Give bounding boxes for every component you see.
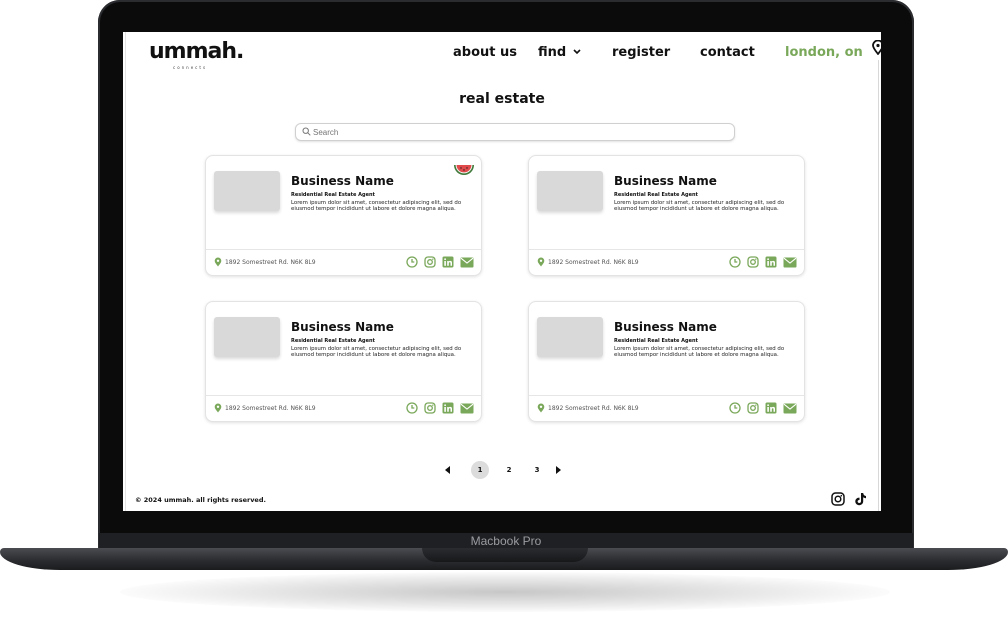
instagram-icon[interactable] xyxy=(831,492,845,506)
nav-find-label: find xyxy=(538,45,567,60)
linkedin-icon[interactable] xyxy=(442,402,454,414)
footer-copyright: © 2024 ummah. all rights reserved. xyxy=(135,496,266,504)
business-thumbnail xyxy=(214,317,280,357)
business-description: Lorem ipsum dolor sit amet, consectetur … xyxy=(291,346,462,359)
business-role: Residential Real Estate Agent xyxy=(614,192,698,198)
business-thumbnail xyxy=(537,317,603,357)
page-title: real estate xyxy=(459,91,545,107)
page-3-button[interactable]: 3 xyxy=(528,461,546,479)
page-2-button[interactable]: 2 xyxy=(500,461,518,479)
card-divider xyxy=(529,249,804,250)
device-label: Macbook Pro xyxy=(470,534,542,548)
linkedin-icon[interactable] xyxy=(765,256,777,268)
prev-page-arrow-icon[interactable] xyxy=(445,466,451,474)
business-description: Lorem ipsum dolor sit amet, consectetur … xyxy=(614,200,785,213)
business-address: 1892 Somestreet Rd. N6K 8L9 xyxy=(225,259,316,266)
clock-icon[interactable] xyxy=(729,256,741,268)
business-thumbnail xyxy=(214,171,280,211)
mail-icon[interactable] xyxy=(460,403,474,414)
business-name[interactable]: Business Name xyxy=(291,174,394,188)
mail-icon[interactable] xyxy=(460,257,474,268)
business-address: 1892 Somestreet Rd. N6K 8L9 xyxy=(225,405,316,412)
instagram-icon[interactable] xyxy=(424,256,436,268)
nav-find[interactable]: find xyxy=(538,45,581,60)
business-name[interactable]: Business Name xyxy=(614,174,717,188)
business-name[interactable]: Business Name xyxy=(614,320,717,334)
business-description: Lorem ipsum dolor sit amet, consectetur … xyxy=(614,346,785,359)
business-description: Lorem ipsum dolor sit amet, consectetur … xyxy=(291,200,462,213)
instagram-icon[interactable] xyxy=(424,402,436,414)
instagram-icon[interactable] xyxy=(747,256,759,268)
business-address: 1892 Somestreet Rd. N6K 8L9 xyxy=(548,259,639,266)
browser-screen: ummah. connects about us find register c… xyxy=(123,32,881,511)
search-input[interactable] xyxy=(313,124,713,140)
instagram-icon[interactable] xyxy=(747,402,759,414)
linkedin-icon[interactable] xyxy=(765,402,777,414)
clock-icon[interactable] xyxy=(406,256,418,268)
card-divider xyxy=(529,395,804,396)
business-thumbnail xyxy=(537,171,603,211)
next-page-arrow-icon[interactable] xyxy=(555,466,561,474)
card-actions xyxy=(729,402,797,414)
brand-logo[interactable]: ummah. connects xyxy=(149,39,244,71)
location-pin-icon xyxy=(214,257,222,267)
nav-about[interactable]: about us xyxy=(453,45,517,60)
pagination: 1 2 3 xyxy=(123,461,881,481)
card-divider xyxy=(206,249,481,250)
logo-tagline: connects xyxy=(173,65,208,70)
nav-location[interactable]: london, on xyxy=(785,45,863,60)
laptop-notch xyxy=(422,548,588,562)
watermelon-icon[interactable] xyxy=(453,163,475,179)
clock-icon[interactable] xyxy=(729,402,741,414)
search-icon xyxy=(302,127,311,136)
clock-icon[interactable] xyxy=(406,402,418,414)
mail-icon[interactable] xyxy=(783,257,797,268)
search-bar[interactable] xyxy=(295,123,735,141)
location-pin-icon xyxy=(537,403,545,413)
business-address: 1892 Somestreet Rd. N6K 8L9 xyxy=(548,405,639,412)
chevron-down-icon xyxy=(573,49,581,55)
business-card[interactable]: Business Name Residential Real Estate Ag… xyxy=(528,301,805,422)
business-name[interactable]: Business Name xyxy=(291,320,394,334)
location-pin-icon xyxy=(214,403,222,413)
page-border-right xyxy=(878,60,879,511)
linkedin-icon[interactable] xyxy=(442,256,454,268)
laptop-shadow xyxy=(120,572,890,612)
card-divider xyxy=(206,395,481,396)
business-card[interactable]: Business Name Residential Real Estate Ag… xyxy=(205,155,482,276)
business-role: Residential Real Estate Agent xyxy=(291,192,375,198)
card-actions xyxy=(406,402,474,414)
tiktok-icon[interactable] xyxy=(854,492,867,506)
page-1-button[interactable]: 1 xyxy=(471,461,489,479)
mail-icon[interactable] xyxy=(783,403,797,414)
business-role: Residential Real Estate Agent xyxy=(291,338,375,344)
location-pin-icon[interactable] xyxy=(872,40,881,55)
nav-contact[interactable]: contact xyxy=(700,45,755,60)
nav-register[interactable]: register xyxy=(612,45,670,60)
location-pin-icon xyxy=(537,257,545,267)
card-actions xyxy=(406,256,474,268)
business-role: Residential Real Estate Agent xyxy=(614,338,698,344)
card-actions xyxy=(729,256,797,268)
logo-wordmark: ummah. xyxy=(149,39,244,64)
business-card[interactable]: Business Name Residential Real Estate Ag… xyxy=(205,301,482,422)
business-card[interactable]: Business Name Residential Real Estate Ag… xyxy=(528,155,805,276)
